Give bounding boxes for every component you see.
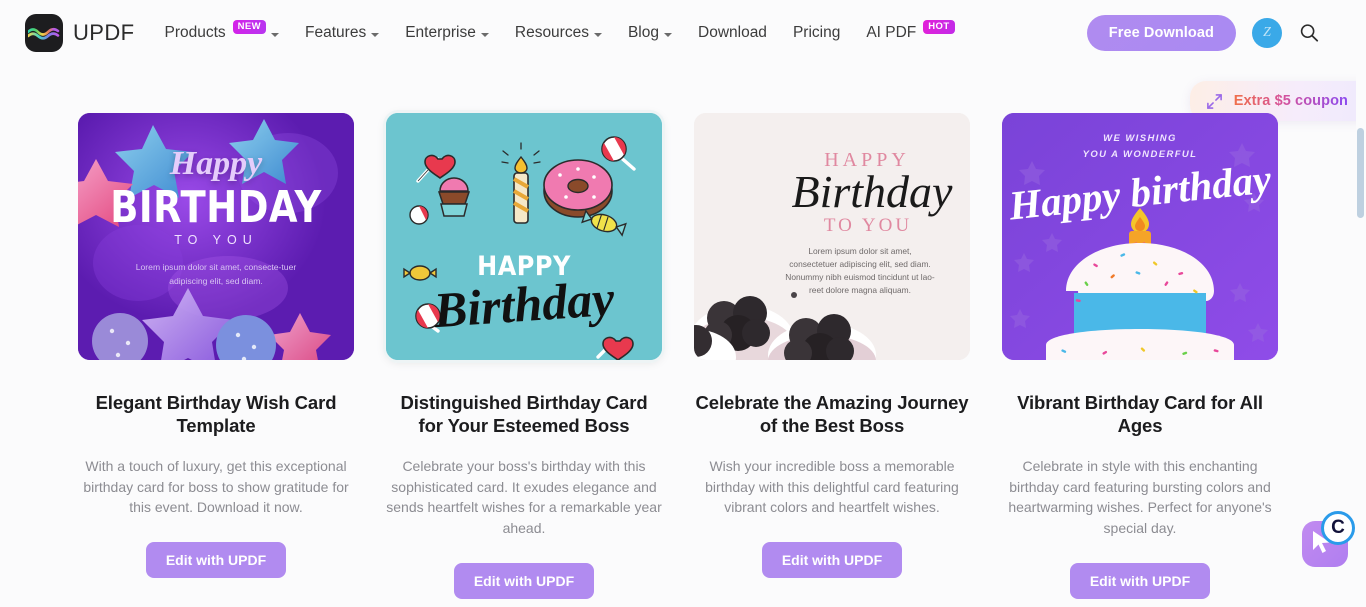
card-description: Wish your incredible boss a memorable bi… bbox=[705, 457, 959, 516]
card-art-line1-b: YOU A WONDERFUL bbox=[1082, 149, 1198, 161]
template-card: Happy BIRTHDAY TO YOU Lorem ipsum dolor … bbox=[78, 113, 354, 599]
expand-arrows-icon bbox=[1206, 93, 1222, 109]
avatar[interactable]: Z bbox=[1252, 18, 1282, 48]
card-description: With a touch of luxury, get this excepti… bbox=[83, 457, 349, 516]
badge-hot: HOT bbox=[923, 20, 955, 34]
site-header: UPDF Products NEW Features Enterprise Re… bbox=[0, 0, 1356, 66]
card-art-cream-cupcakes: HAPPY Birthday TO YOU Lorem ipsum dolor … bbox=[694, 113, 970, 360]
card-art-line3: TO YOU bbox=[174, 233, 258, 247]
chevron-down-icon bbox=[271, 32, 280, 37]
edit-with-updf-button[interactable]: Edit with UPDF bbox=[453, 562, 595, 599]
badge-new: NEW bbox=[232, 20, 267, 34]
template-grid: Happy BIRTHDAY TO YOU Lorem ipsum dolor … bbox=[78, 110, 1278, 599]
nav-label: Download bbox=[698, 24, 767, 41]
card-action-wrap: Edit with UPDF bbox=[78, 542, 354, 579]
vertical-scrollbar-track[interactable] bbox=[1356, 0, 1366, 607]
nav-item-pricing[interactable]: Pricing bbox=[793, 24, 840, 42]
nav-item-ai-pdf[interactable]: AI PDF HOT bbox=[866, 20, 955, 42]
page-root: UPDF Products NEW Features Enterprise Re… bbox=[0, 0, 1366, 607]
chevron-down-icon bbox=[593, 32, 602, 37]
nav-item-resources[interactable]: Resources bbox=[515, 24, 602, 42]
free-download-button[interactable]: Free Download bbox=[1086, 15, 1236, 51]
card-art-teal-candy: HAPPY Birthday bbox=[386, 113, 662, 360]
card-action-wrap: Edit with UPDF bbox=[1002, 562, 1278, 599]
brand-name: UPDF bbox=[73, 20, 135, 45]
card-art-purple-cake: WE WISHING YOU A WONDERFUL Happy birthda… bbox=[1002, 113, 1278, 360]
card-art-line1: Happy bbox=[169, 145, 263, 182]
card-art-line2: BIRTHDAY bbox=[110, 182, 322, 233]
chevron-down-icon bbox=[664, 32, 672, 37]
chevron-down-icon bbox=[480, 32, 489, 37]
nav-item-download[interactable]: Download bbox=[698, 24, 767, 42]
card-art-line3: TO YOU bbox=[823, 215, 913, 236]
card-art-body: Lorem ipsum dolor sit amet, consecte-tue… bbox=[135, 262, 297, 286]
nav-label: Pricing bbox=[792, 24, 841, 41]
chevron-down-icon bbox=[371, 32, 380, 37]
card-action-wrap: Edit with UPDF bbox=[386, 562, 662, 599]
card-art-body1: Lorem ipsum dolor sit amet, consectetuer… bbox=[789, 246, 931, 270]
nav-label: Features bbox=[305, 24, 367, 41]
assistant-badge: C bbox=[1321, 511, 1355, 545]
card-thumbnail[interactable]: HAPPY Birthday bbox=[383, 110, 665, 363]
template-card: HAPPY Birthday TO YOU Lorem ipsum dolor … bbox=[694, 113, 970, 599]
nav-item-enterprise[interactable]: Enterprise bbox=[405, 24, 489, 42]
card-title: Vibrant Birthday Card for All Ages bbox=[1017, 392, 1263, 436]
coupon-label: Extra $5 coupon bbox=[1233, 93, 1348, 109]
nav-item-features[interactable]: Features bbox=[305, 24, 380, 42]
card-title: Celebrate the Amazing Journey of the Bes… bbox=[695, 392, 969, 436]
card-description: Celebrate in style with this enchanting … bbox=[1008, 457, 1272, 537]
nav-item-products[interactable]: Products NEW bbox=[164, 20, 280, 42]
card-thumbnail[interactable]: WE WISHING YOU A WONDERFUL Happy birthda… bbox=[1002, 113, 1278, 360]
card-title: Distinguished Birthday Card for Your Est… bbox=[400, 392, 648, 436]
template-card: WE WISHING YOU A WONDERFUL Happy birthda… bbox=[1002, 113, 1278, 599]
nav-label: Enterprise bbox=[405, 24, 476, 41]
floating-assistant-button[interactable]: C bbox=[1302, 511, 1355, 567]
nav-label: Blog bbox=[627, 24, 659, 41]
card-title: Elegant Birthday Wish Card Template bbox=[95, 392, 337, 436]
edit-with-updf-button[interactable]: Edit with UPDF bbox=[1069, 562, 1211, 599]
card-art-purple-stars: Happy BIRTHDAY TO YOU Lorem ipsum dolor … bbox=[78, 113, 354, 360]
search-icon[interactable] bbox=[1298, 22, 1320, 44]
nav-label: Products bbox=[164, 24, 226, 41]
header-actions: Free Download Z bbox=[1086, 15, 1320, 51]
nav-label: Resources bbox=[514, 24, 589, 41]
nav-label: AI PDF bbox=[866, 24, 917, 41]
card-thumbnail[interactable]: HAPPY Birthday TO YOU Lorem ipsum dolor … bbox=[694, 113, 970, 360]
card-art-body2: Nonummy nibh euismod tincidunt ut lao-re… bbox=[785, 272, 935, 296]
main-nav: Products NEW Features Enterprise Resourc… bbox=[164, 20, 955, 42]
template-card: HAPPY Birthday Distinguished Birthday Ca… bbox=[383, 110, 665, 599]
edit-with-updf-button[interactable]: Edit with UPDF bbox=[761, 542, 903, 579]
card-art-line1-a: WE WISHING bbox=[1103, 133, 1177, 144]
card-art-line2: Birthday bbox=[791, 166, 953, 217]
card-description: Celebrate your boss's birthday with this… bbox=[386, 457, 662, 537]
rainbow-wave-icon bbox=[28, 27, 60, 40]
vertical-scrollbar-thumb[interactable] bbox=[1357, 128, 1364, 218]
card-action-wrap: Edit with UPDF bbox=[694, 542, 970, 579]
nav-item-blog[interactable]: Blog bbox=[628, 24, 672, 42]
brand-logo[interactable]: UPDF bbox=[25, 14, 135, 52]
card-thumbnail[interactable]: Happy BIRTHDAY TO YOU Lorem ipsum dolor … bbox=[78, 113, 354, 360]
updf-logo-icon bbox=[25, 14, 63, 52]
edit-with-updf-button[interactable]: Edit with UPDF bbox=[145, 542, 287, 579]
